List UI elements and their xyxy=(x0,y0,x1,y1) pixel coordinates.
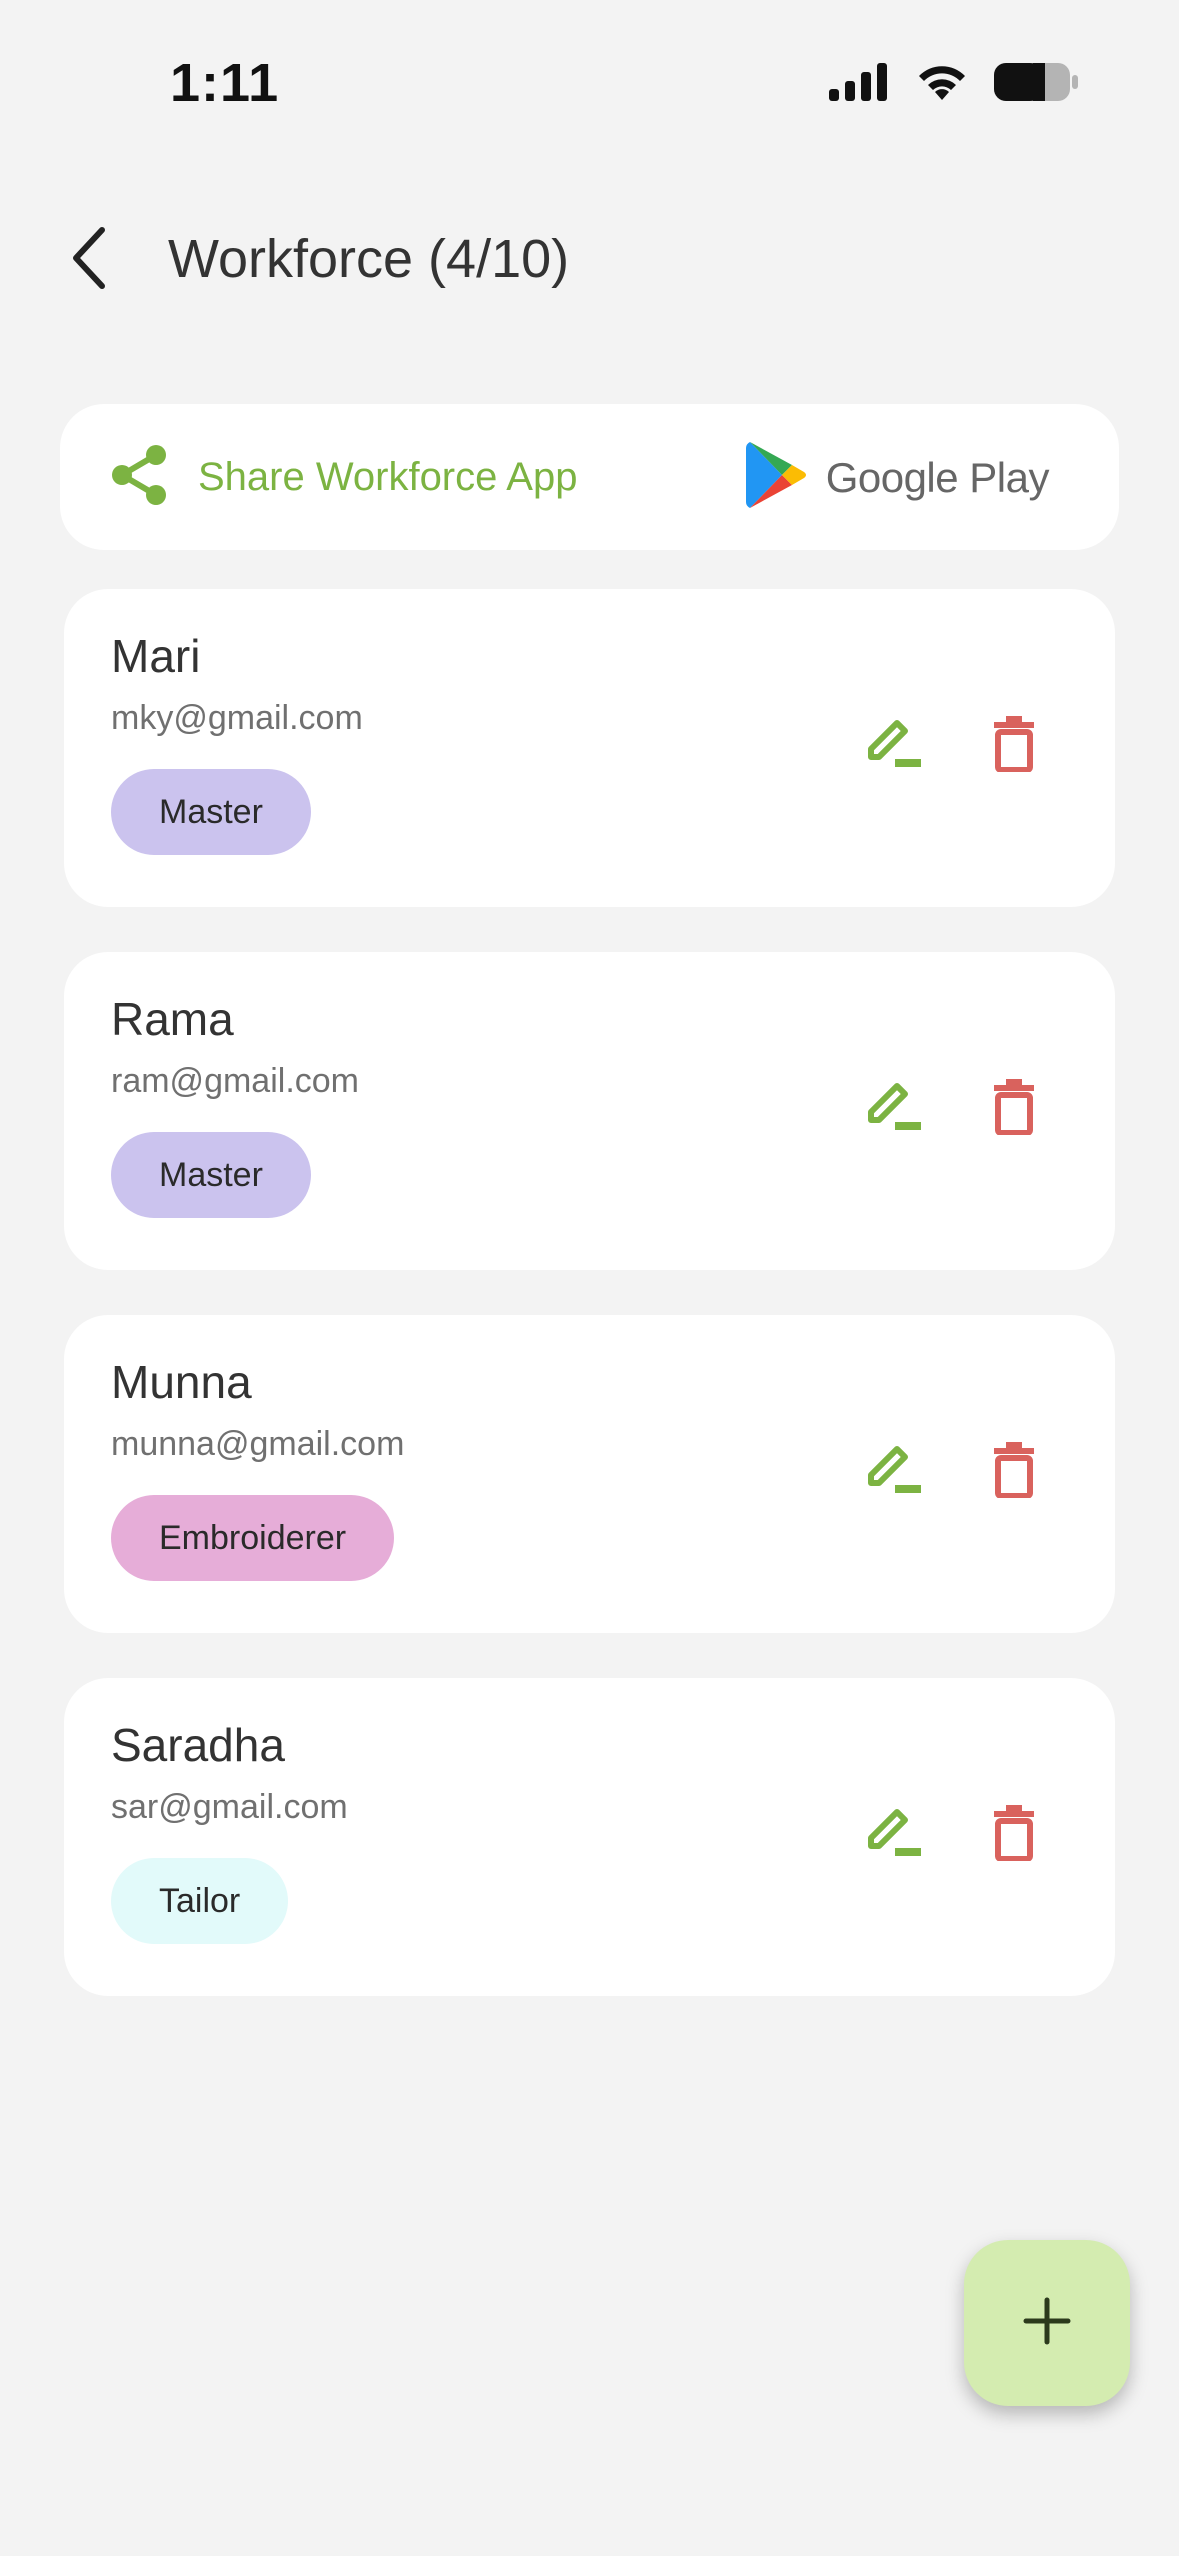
worker-card[interactable]: Rama ram@gmail.com Master xyxy=(64,952,1115,1270)
worker-name: Rama xyxy=(111,993,234,1045)
role-badge: Embroiderer xyxy=(111,1495,395,1581)
role-badge: Master xyxy=(111,1132,311,1218)
edit-icon xyxy=(865,1080,923,1137)
worker-card[interactable]: Munna munna@gmail.com Embroiderer xyxy=(64,1315,1115,1633)
trash-icon xyxy=(992,714,1036,777)
cellular-signal-icon xyxy=(829,63,891,106)
trash-icon xyxy=(992,1440,1036,1503)
google-play-icon xyxy=(745,440,808,515)
share-app-card: Share Workforce App Google Play xyxy=(60,404,1119,550)
share-workforce-app-button[interactable]: Share Workforce App xyxy=(110,404,577,550)
role-badge: Master xyxy=(111,769,311,855)
edit-button[interactable] xyxy=(854,1431,934,1511)
worker-name: Saradha xyxy=(111,1719,285,1771)
worker-email: mky@gmail.com xyxy=(111,699,363,737)
worker-email: munna@gmail.com xyxy=(111,1425,405,1463)
status-time: 1:11 xyxy=(170,53,280,113)
delete-button[interactable] xyxy=(974,1068,1054,1148)
google-play-label: Google Play xyxy=(825,453,1050,501)
edit-button[interactable] xyxy=(854,1794,934,1874)
edit-icon xyxy=(865,1806,923,1863)
worker-email: sar@gmail.com xyxy=(111,1788,348,1826)
worker-name: Munna xyxy=(111,1356,252,1408)
edit-button[interactable] xyxy=(854,1068,934,1148)
edit-icon xyxy=(865,717,923,774)
google-play-link[interactable]: Google Play xyxy=(745,440,1050,515)
edit-icon xyxy=(865,1443,923,1500)
delete-button[interactable] xyxy=(974,705,1054,785)
worker-email: ram@gmail.com xyxy=(111,1062,359,1100)
share-icon xyxy=(110,443,168,512)
worker-card[interactable]: Mari mky@gmail.com Master xyxy=(64,589,1115,907)
worker-card[interactable]: Saradha sar@gmail.com Tailor xyxy=(64,1678,1115,1996)
plus-icon xyxy=(1022,2296,1072,2351)
edit-button[interactable] xyxy=(854,705,934,785)
worker-name: Mari xyxy=(111,630,201,682)
app-header: Workforce (4/10) xyxy=(0,200,1179,320)
chevron-left-icon xyxy=(70,226,110,295)
status-icons xyxy=(829,62,1079,107)
back-button[interactable] xyxy=(50,220,130,300)
wifi-icon xyxy=(915,62,969,107)
trash-icon xyxy=(992,1803,1036,1866)
trash-icon xyxy=(992,1077,1036,1140)
role-badge: Tailor xyxy=(111,1858,289,1944)
battery-icon xyxy=(993,62,1079,107)
delete-button[interactable] xyxy=(974,1794,1054,1874)
status-bar: 1:11 xyxy=(0,0,1179,160)
share-label: Share Workforce App xyxy=(198,454,578,499)
delete-button[interactable] xyxy=(974,1431,1054,1511)
page-title: Workforce (4/10) xyxy=(168,229,570,289)
add-worker-button[interactable] xyxy=(964,2240,1130,2406)
